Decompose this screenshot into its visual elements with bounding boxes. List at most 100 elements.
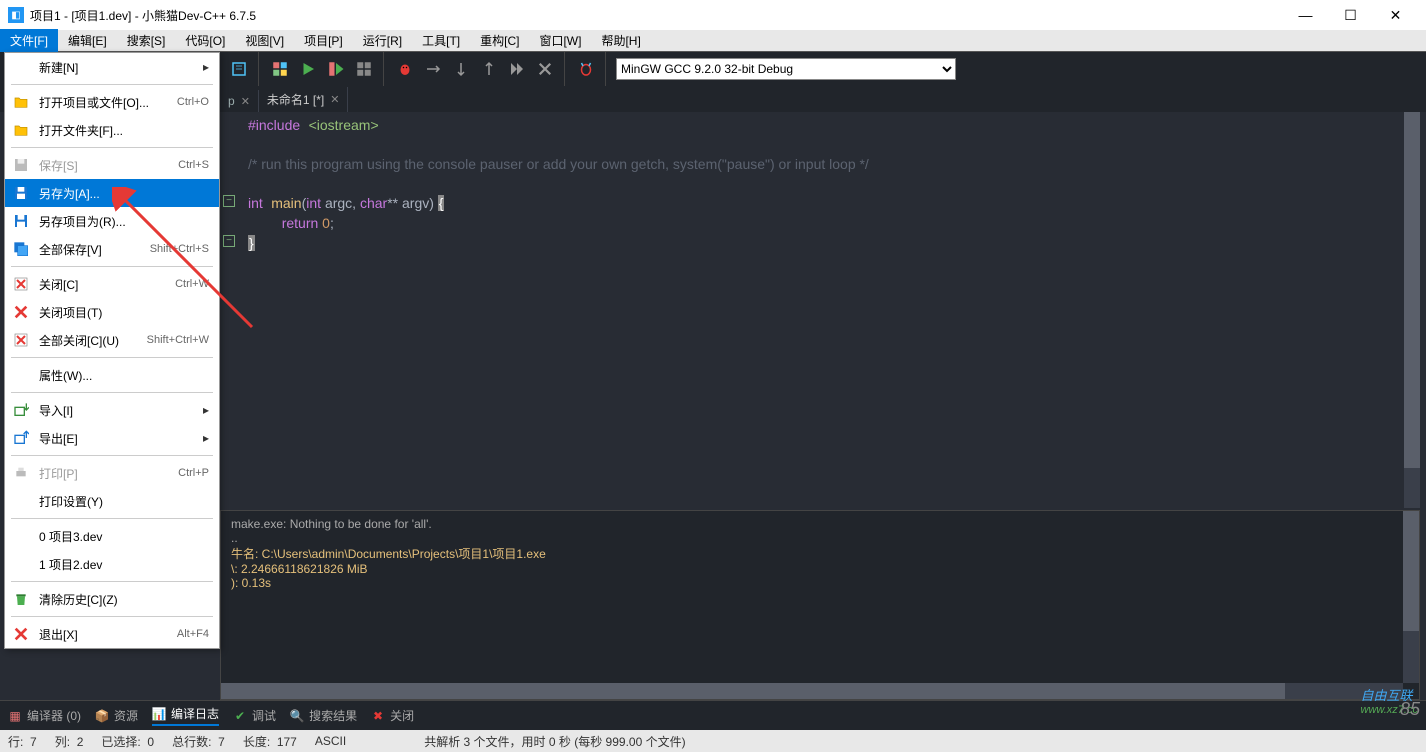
output-line: ): 0.13s: [231, 576, 1409, 590]
step-out-icon[interactable]: [476, 56, 502, 82]
disk-multi-icon: [12, 240, 30, 258]
step-over-icon[interactable]: [420, 56, 446, 82]
titlebar: ◧ 项目1 - [项目1.dev] - 小熊猫Dev-C++ 6.7.5 — ☐…: [0, 0, 1426, 30]
dbg-icon[interactable]: [573, 56, 599, 82]
submenu-arrow-icon: ▸: [203, 403, 209, 417]
compile-run-icon[interactable]: [323, 56, 349, 82]
btab-debug[interactable]: ✔调试: [233, 707, 276, 724]
menu-search[interactable]: 搜索[S]: [117, 29, 176, 52]
disk-gray-icon: [12, 156, 30, 174]
step-into-icon[interactable]: [448, 56, 474, 82]
menu-item[interactable]: 属性(W)...: [5, 361, 219, 389]
menu-item: 打印[P] Ctrl+P: [5, 459, 219, 487]
menu-item[interactable]: 1 项目2.dev: [5, 550, 219, 578]
menu-item[interactable]: 关闭[C]Ctrl+W: [5, 270, 219, 298]
file-menu: 新建[N] ▸ 打开项目或文件[O]... Ctrl+O 打开文件夹[F]... 保存[S…: [4, 52, 220, 649]
menu-item[interactable]: 全部关闭[C](U)Shift+Ctrl+W: [5, 326, 219, 354]
grid-icon[interactable]: [267, 56, 293, 82]
menu-item[interactable]: 导入[I] ▸: [5, 396, 219, 424]
output-line: 牛名: C:\Users\admin\Documents\Projects\项目…: [231, 545, 1409, 562]
shortcut-label: Ctrl+S: [178, 159, 209, 171]
menu-item[interactable]: 关闭项目(T): [5, 298, 219, 326]
menu-item-label: 打开文件夹[F]...: [39, 122, 123, 139]
btab-log[interactable]: 📊编译日志: [152, 705, 219, 726]
play-icon[interactable]: [295, 56, 321, 82]
output-scrollbar-h[interactable]: [221, 683, 1403, 699]
fold-icon[interactable]: −: [223, 195, 235, 207]
menu-tools[interactable]: 工具[T]: [412, 29, 470, 52]
menu-edit[interactable]: 编辑[E]: [58, 29, 117, 52]
tab-1[interactable]: p✕: [220, 90, 259, 112]
minimize-button[interactable]: —: [1283, 0, 1328, 30]
toolbar-btn-1[interactable]: [226, 56, 252, 82]
menu-item[interactable]: 退出[X]Alt+F4: [5, 620, 219, 648]
tab-2[interactable]: 未命名1 [*]✕: [259, 87, 349, 112]
btab-search[interactable]: 🔍搜索结果: [290, 707, 357, 724]
menubar: 文件[F] 编辑[E] 搜索[S] 代码[O] 视图[V] 项目[P] 运行[R…: [0, 30, 1426, 52]
maximize-button[interactable]: ☐: [1328, 0, 1373, 30]
menu-item-label: 打印[P]: [39, 465, 78, 482]
menu-item[interactable]: 打开文件夹[F]...: [5, 116, 219, 144]
code-editor[interactable]: − − #include <iostream> /* run this prog…: [220, 112, 1420, 508]
printer-icon: [12, 464, 30, 482]
menu-help[interactable]: 帮助[H]: [591, 29, 650, 52]
menu-item[interactable]: 清除历史[C](Z): [5, 585, 219, 613]
menu-project[interactable]: 项目[P]: [294, 29, 353, 52]
menu-item[interactable]: 另存为[A]...: [5, 179, 219, 207]
close-window-button[interactable]: ✕: [1373, 0, 1418, 30]
check-icon: ✔: [233, 709, 247, 723]
code-content[interactable]: #include <iostream> /* run this program …: [248, 116, 869, 254]
window-title: 项目1 - [项目1.dev] - 小熊猫Dev-C++ 6.7.5: [30, 7, 1283, 24]
menu-item-label: 导出[E]: [39, 430, 78, 447]
rebuild-icon[interactable]: [351, 56, 377, 82]
menu-view[interactable]: 视图[V]: [235, 29, 294, 52]
bottom-tabs: ▦编译器 (0) 📦资源 📊编译日志 ✔调试 🔍搜索结果 ✖关闭: [0, 700, 1426, 730]
submenu-arrow-icon: ▸: [203, 431, 209, 445]
shortcut-label: Ctrl+O: [177, 96, 209, 108]
menu-refactor[interactable]: 重构[C]: [470, 29, 529, 52]
stop-icon[interactable]: [532, 56, 558, 82]
menu-item[interactable]: 导出[E] ▸: [5, 424, 219, 452]
menu-item[interactable]: 0 项目3.dev: [5, 522, 219, 550]
fold-icon[interactable]: −: [223, 235, 235, 247]
shortcut-label: Ctrl+P: [178, 467, 209, 479]
export-icon: [12, 429, 30, 447]
menu-item[interactable]: 新建[N] ▸: [5, 53, 219, 81]
menu-item-label: 全部保存[V]: [39, 241, 102, 258]
menu-item-label: 关闭[C]: [39, 276, 78, 293]
menu-item-label: 新建[N]: [39, 59, 78, 76]
output-scrollbar-v[interactable]: [1403, 511, 1419, 683]
submenu-arrow-icon: ▸: [203, 60, 209, 74]
disk-icon: [12, 212, 30, 230]
chart-icon: 📊: [152, 707, 166, 721]
continue-icon[interactable]: [504, 56, 530, 82]
menu-item: 保存[S]Ctrl+S: [5, 151, 219, 179]
menu-window[interactable]: 窗口[W]: [529, 29, 591, 52]
editor-scrollbar-v[interactable]: [1404, 112, 1420, 508]
menu-item[interactable]: 打开项目或文件[O]... Ctrl+O: [5, 88, 219, 116]
menu-run[interactable]: 运行[R]: [353, 29, 412, 52]
close-icon[interactable]: ✕: [241, 95, 250, 108]
output-line: \: 2.24666118621826 MiB: [231, 562, 1409, 576]
menu-item-label: 导入[I]: [39, 402, 73, 419]
window-controls: — ☐ ✕: [1283, 0, 1418, 30]
menu-file[interactable]: 文件[F]: [0, 29, 58, 52]
menu-item-label: 退出[X]: [39, 626, 78, 643]
shortcut-label: Shift+Ctrl+S: [150, 243, 209, 255]
btab-resource[interactable]: 📦资源: [95, 707, 138, 724]
btab-compiler[interactable]: ▦编译器 (0): [8, 707, 81, 724]
compiler-select[interactable]: MinGW GCC 9.2.0 32-bit Debug: [616, 58, 956, 80]
menu-item-label: 打开项目或文件[O]...: [39, 94, 149, 111]
menu-code[interactable]: 代码[O]: [175, 29, 235, 52]
menu-item-label: 0 项目3.dev: [39, 528, 102, 545]
btab-close[interactable]: ✖关闭: [371, 707, 414, 724]
close-icon[interactable]: ✕: [330, 93, 339, 106]
menu-item[interactable]: 打印设置(Y): [5, 487, 219, 515]
menu-item[interactable]: 全部保存[V] Shift+Ctrl+S: [5, 235, 219, 263]
bug-icon[interactable]: [392, 56, 418, 82]
menu-item-label: 另存项目为(R)...: [39, 213, 126, 230]
menu-item[interactable]: 另存项目为(R)...: [5, 207, 219, 235]
output-panel: make.exe: Nothing to be done for 'all'. …: [220, 510, 1420, 700]
menu-item-label: 关闭项目(T): [39, 304, 102, 321]
statusbar: 行: 7 列: 2 已选择: 0 总行数: 7 长度: 177 ASCII 共解…: [0, 730, 1426, 752]
